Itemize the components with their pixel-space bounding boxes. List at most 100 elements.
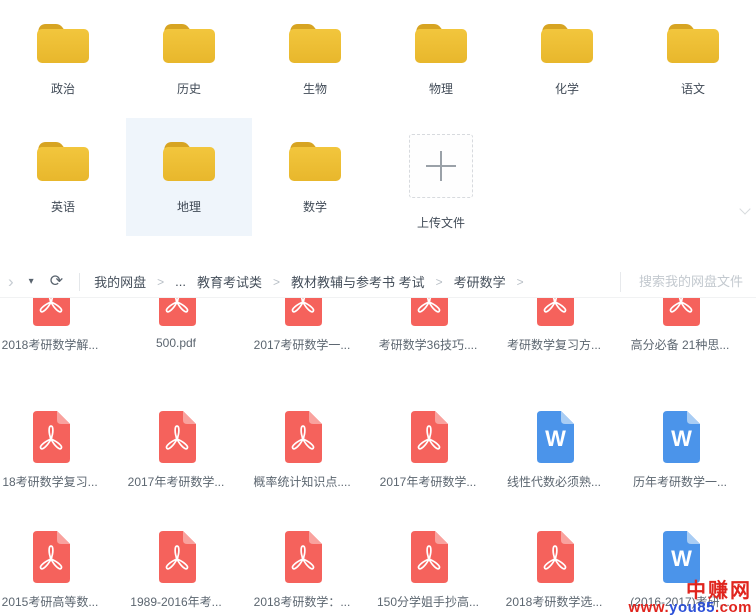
pdf-file-icon [154,529,198,585]
pdf-file-icon [280,529,324,585]
pdf-file-icon [532,529,576,585]
file-label: 概率统计知识点.... [253,473,350,490]
folder-label: 历史 [177,80,201,97]
file-label: 1989-2016年考... [130,593,221,610]
file-label: 2017考研数学一... [254,336,351,353]
pdf-file-icon [406,297,450,328]
word-file-icon: W [658,409,702,465]
folder-icon [538,16,596,66]
file-label: 2017年考研数学... [128,473,225,490]
svg-text:W: W [671,426,692,451]
refresh-icon[interactable]: ⟳ [50,274,63,290]
breadcrumb-item[interactable]: 教育考试类 [197,272,262,291]
folder-label: 生物 [303,80,327,97]
folder-item[interactable]: 物理 [378,0,504,118]
file-item[interactable]: 考研数学复习方... [491,297,617,353]
breadcrumb-item[interactable]: ... [175,274,186,289]
pdf-file-icon [28,297,72,328]
folder-item[interactable]: 政治 [0,0,126,118]
file-label: (2016-2017)考研... [630,593,729,610]
file-item[interactable]: 2018考研数学：... [239,529,365,610]
upload-label: 上传文件 [417,214,465,231]
file-item[interactable]: W 历年考研数学一... [617,409,743,490]
folder-item[interactable]: 生物 [252,0,378,118]
dropdown-caret-icon[interactable]: ▾ [29,276,34,287]
files-panel: 2018考研数学解... 500.pdf 2017考研数学一... 考研数学36… [0,297,756,616]
file-label: 历年考研数学一... [633,473,727,490]
folder-icon [160,134,218,184]
folder-icon [286,16,344,66]
folder-icon [412,16,470,66]
expand-chevron-icon[interactable]: › [8,273,14,290]
file-item[interactable]: 500.pdf [113,297,239,353]
breadcrumb-separator: > [157,275,164,289]
file-label: 2017年考研数学... [380,473,477,490]
breadcrumb-separator: > [436,275,443,289]
file-item[interactable]: 150分学姐手抄高... [365,529,491,610]
file-item[interactable]: 1989-2016年考... [113,529,239,610]
file-item[interactable]: 2017年考研数学... [113,409,239,490]
svg-text:W: W [545,426,566,451]
file-item[interactable]: 2015考研高等数... [0,529,113,610]
file-item[interactable]: W 线性代数必须熟... [491,409,617,490]
folder-label: 政治 [51,80,75,97]
toolbar-divider [79,273,80,291]
pdf-file-icon [28,529,72,585]
folder-item[interactable]: 语文 [630,0,756,118]
file-label: 2018考研数学选... [506,593,603,610]
file-item[interactable]: 2017考研数学一... [239,297,365,353]
folder-label: 化学 [555,80,579,97]
pdf-file-icon [28,409,72,465]
folder-item[interactable]: 历史 [126,0,252,118]
file-item[interactable]: W (2016-2017)考研... [617,529,743,610]
pdf-file-icon [406,529,450,585]
folder-label: 物理 [429,80,453,97]
file-label: 2018考研数学：... [254,593,351,610]
svg-text:W: W [671,546,692,571]
file-label: 500.pdf [156,336,196,350]
folder-icon [34,134,92,184]
breadcrumb-item[interactable]: 我的网盘 [94,272,146,291]
breadcrumb-separator: > [517,275,524,289]
folder-icon [286,134,344,184]
upload-box [409,134,473,198]
pdf-file-icon [532,297,576,328]
file-label: 150分学姐手抄高... [377,593,479,610]
search-input[interactable] [637,273,756,290]
file-item[interactable]: 考研数学36技巧.... [365,297,491,353]
file-row: 2018考研数学解... 500.pdf 2017考研数学一... 考研数学36… [0,297,743,353]
file-row: 2015考研高等数... 1989-2016年考... 2018考研数学：...… [0,529,743,610]
cloud-drive-window: 政治 历史 生物 物理 化学 语文 英语 [0,0,756,616]
upload-tile[interactable]: 上传文件 [378,118,504,236]
pdf-file-icon [658,297,702,328]
file-label: 线性代数必须熟... [507,473,601,490]
folder-label: 英语 [51,198,75,215]
breadcrumb-separator: > [273,275,280,289]
folder-label: 地理 [177,198,201,215]
file-row: 18考研数学复习... 2017年考研数学... 概率统计知识点.... 201… [0,409,743,490]
folder-label: 数学 [303,198,327,215]
file-item[interactable]: 2018考研数学选... [491,529,617,610]
plus-icon [426,151,456,181]
file-item[interactable]: 2017年考研数学... [365,409,491,490]
search-divider [620,272,621,292]
folder-item[interactable]: 英语 [0,118,126,236]
folders-grid: 政治 历史 生物 物理 化学 语文 英语 [0,0,756,236]
file-item[interactable]: 概率统计知识点.... [239,409,365,490]
word-file-icon: W [658,529,702,585]
word-file-icon: W [532,409,576,465]
folder-icon [664,16,722,66]
pdf-file-icon [280,409,324,465]
breadcrumb-item[interactable]: 考研数学 [454,272,506,291]
folder-item[interactable]: 化学 [504,0,630,118]
file-label: 2018考研数学解... [2,336,99,353]
breadcrumb-item[interactable]: 教材教辅与参考书 考试 [291,272,425,291]
file-item[interactable]: 18考研数学复习... [0,409,113,490]
file-item[interactable]: 高分必备 21种思... [617,297,743,353]
file-item[interactable]: 2018考研数学解... [0,297,113,353]
file-label: 18考研数学复习... [2,473,97,490]
folder-item[interactable]: 地理 [126,118,252,236]
breadcrumb: 我的网盘 >... 教育考试类 > 教材教辅与参考书 考试 > 考研数学 > [94,272,524,291]
folder-item[interactable]: 数学 [252,118,378,236]
pdf-file-icon [406,409,450,465]
